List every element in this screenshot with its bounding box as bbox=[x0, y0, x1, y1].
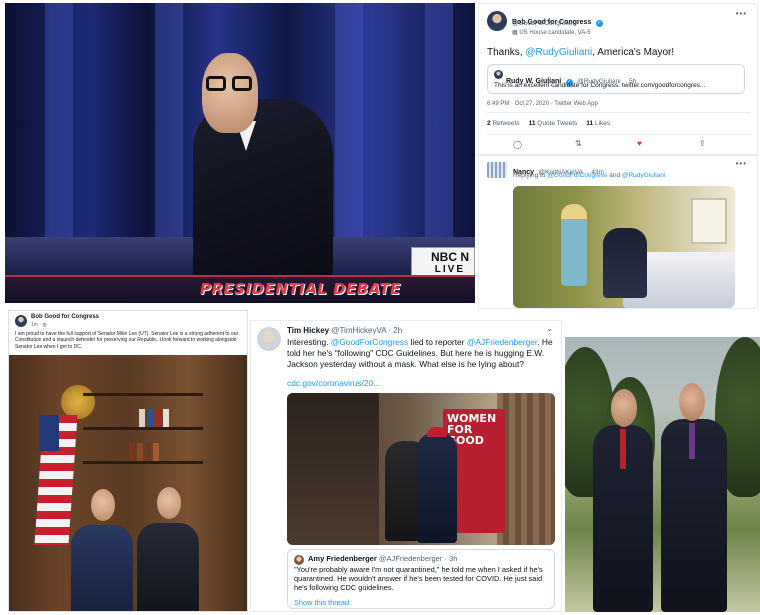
photo-book bbox=[129, 443, 135, 461]
chevron-down-icon[interactable]: ⌄ bbox=[546, 324, 553, 333]
quoted-author-handle: @AJFriedenberger bbox=[378, 554, 443, 563]
photo-man-left bbox=[71, 525, 133, 611]
verified-badge-icon: ✓ bbox=[595, 20, 603, 27]
outdoor-handshake-photo bbox=[565, 337, 760, 612]
tweet-age: · 2h bbox=[388, 326, 403, 335]
photo-window bbox=[691, 198, 727, 244]
author-handle[interactable]: @GoodForCongress bbox=[512, 20, 572, 27]
quoted-tweet[interactable]: Amy Friedenberger @AJFriedenberger · 3h … bbox=[287, 549, 555, 609]
reply-tweet-card[interactable]: Nancy @KnitNAKinVA · 43m ••• Replying to… bbox=[478, 155, 758, 309]
quoted-text: This is an excellent candidate for Congr… bbox=[494, 82, 706, 89]
facebook-post-card[interactable]: Bob Good for Congress 1m · ◍ I am proud … bbox=[8, 310, 248, 612]
caricature-glasses bbox=[206, 76, 256, 92]
photo-shadow bbox=[287, 393, 379, 545]
more-dots-icon[interactable]: ••• bbox=[736, 9, 747, 18]
stats-likes[interactable]: 11 Likes bbox=[586, 120, 610, 127]
photo-woman bbox=[561, 204, 587, 286]
tweet-card[interactable]: Tim Hickey @TimHickeyVA · 2h ⌄ Interesti… bbox=[250, 320, 562, 612]
photo-book bbox=[137, 443, 143, 461]
mention-link[interactable]: @RudyGiuliani bbox=[525, 47, 592, 58]
backdrop-stripe bbox=[155, 3, 183, 263]
photo-man bbox=[603, 228, 647, 298]
photo-book bbox=[155, 409, 161, 427]
post-text: I am proud to have the full support of S… bbox=[15, 331, 239, 350]
photo-book bbox=[145, 443, 151, 461]
photo-seal bbox=[61, 385, 95, 419]
quoted-tweet[interactable]: Rudy W. Giuliani ✓ @RudyGiuliani · 5h Th… bbox=[487, 64, 745, 94]
photo-man-left-head bbox=[611, 389, 637, 427]
author-label: US House candidate, VA-5 bbox=[519, 30, 591, 36]
network-live-label: LIVE bbox=[434, 264, 465, 275]
tweet-link[interactable]: cdc.gov/coronavirus/20... bbox=[287, 378, 380, 388]
author-name[interactable]: Bob Good for Congress bbox=[31, 314, 99, 320]
photo-man-right-head bbox=[679, 383, 705, 421]
tweet-timestamp[interactable]: 6:49 PM · Oct 27, 2020 · Twitter Web App bbox=[487, 101, 598, 107]
divider bbox=[487, 134, 751, 135]
quoted-text: "You're probably aware I'm not quarantin… bbox=[294, 565, 543, 592]
attached-photo[interactable]: WOMEN FOR GOOD bbox=[287, 393, 555, 545]
avatar[interactable] bbox=[15, 315, 27, 327]
quoted-avatar bbox=[494, 70, 503, 79]
backdrop-stripe bbox=[335, 3, 363, 263]
network-logo: NBC N bbox=[431, 250, 469, 264]
photo-man-hugging-right bbox=[417, 433, 457, 543]
photo-book bbox=[147, 409, 153, 427]
photo-red-tie bbox=[620, 429, 626, 469]
photo-book bbox=[153, 443, 159, 461]
author-handle[interactable]: @TimHickeyVA bbox=[331, 326, 386, 335]
debate-banner-title: PRESIDENTIAL DEBATE bbox=[200, 280, 401, 298]
photo-man-left-head bbox=[91, 489, 115, 521]
tweet-text: Interesting. @GoodForCongress lied to re… bbox=[287, 337, 553, 369]
photo-man-right bbox=[137, 523, 199, 611]
photo-book bbox=[163, 409, 169, 427]
globe-icon: ◍ bbox=[42, 322, 47, 328]
photo-shelf bbox=[83, 393, 203, 396]
post-photo[interactable] bbox=[9, 355, 247, 611]
quoted-author-name: Amy Friedenberger bbox=[308, 554, 377, 563]
heart-icon[interactable]: ♥ bbox=[637, 139, 642, 148]
avatar[interactable] bbox=[487, 162, 507, 178]
author-name[interactable]: Tim Hickey bbox=[287, 326, 329, 335]
photo-log-wall bbox=[497, 393, 555, 545]
show-thread-link[interactable]: Show this thread bbox=[294, 598, 349, 607]
post-meta: 1m · ◍ bbox=[31, 322, 47, 328]
photo-flag-canton bbox=[39, 415, 59, 451]
mention-link[interactable]: @GoodForCongress bbox=[331, 337, 408, 347]
more-dots-icon[interactable]: ••• bbox=[736, 159, 747, 168]
stats-retweets[interactable]: 2 Retweets bbox=[487, 120, 520, 127]
caricature-head bbox=[202, 53, 258, 133]
photo-shelf bbox=[83, 461, 203, 464]
retweet-icon[interactable]: ⇅ bbox=[575, 139, 582, 148]
mention-link[interactable]: @AJFriedenberger bbox=[467, 337, 537, 347]
avatar[interactable] bbox=[257, 327, 281, 351]
mention-link[interactable]: @GoodForCongress bbox=[547, 172, 607, 179]
reply-icon[interactable]: ◯ bbox=[513, 140, 522, 149]
backdrop-stripe bbox=[45, 3, 73, 263]
backdrop-stripe bbox=[425, 3, 453, 263]
debate-broadcast-image: NBC N LIVE PRESIDENTIAL DEBATE bbox=[5, 3, 475, 303]
avatar[interactable] bbox=[487, 11, 507, 31]
share-icon[interactable]: ⇪ bbox=[699, 139, 706, 148]
photo-shelf bbox=[83, 427, 203, 430]
quoted-age: · 3h bbox=[444, 554, 458, 563]
photo-book bbox=[139, 409, 145, 427]
mention-link[interactable]: @RudyGiuliani bbox=[622, 172, 665, 179]
photo-purple-tie bbox=[689, 423, 695, 459]
photo-man-right-head bbox=[157, 487, 181, 519]
attached-photo[interactable] bbox=[513, 186, 735, 308]
divider bbox=[487, 112, 751, 113]
tweet-text: Thanks, @RudyGiuliani, America's Mayor! bbox=[487, 47, 675, 58]
tweet-stats: 2 Retweets 11 Quote Tweets 11 Likes bbox=[487, 120, 610, 127]
replying-to: Replying to @GoodForCongress and @RudyGi… bbox=[513, 172, 666, 179]
stats-quote-tweets[interactable]: 11 Quote Tweets bbox=[529, 120, 578, 127]
quoted-avatar bbox=[294, 555, 304, 565]
photo-red-cap bbox=[427, 427, 447, 437]
tweet-card[interactable]: Bob Good for Congress ✓ @GoodForCongress… bbox=[478, 3, 758, 155]
